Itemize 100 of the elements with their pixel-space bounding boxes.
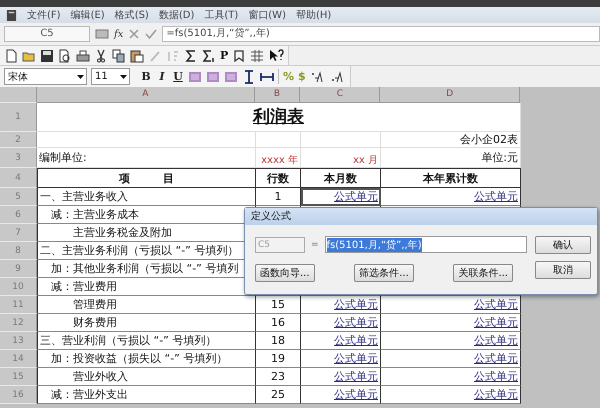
document-icon xyxy=(6,8,17,22)
print-preview-icon[interactable] xyxy=(58,48,72,62)
column-header[interactable]: B xyxy=(254,87,300,103)
column-header[interactable]: A xyxy=(37,87,255,103)
table-cell: 财务费用 xyxy=(37,314,256,332)
active-cell: 公式单元 xyxy=(301,188,381,206)
row-header[interactable]: 4 xyxy=(0,168,37,188)
table-cell: 项 目 xyxy=(37,168,256,188)
brush-icon xyxy=(148,48,162,62)
vertical-fit-icon[interactable] xyxy=(242,70,256,84)
table-cell: 行数 xyxy=(256,168,301,188)
function-button[interactable]: fx xyxy=(114,28,124,40)
font-dropdown[interactable]: 宋体 xyxy=(4,68,87,85)
table-cell: 公式单元 xyxy=(381,314,521,332)
equals-sign: = xyxy=(311,240,319,250)
table-cell: 公式单元 xyxy=(381,368,521,386)
row-header[interactable]: 15 xyxy=(0,368,37,386)
table-cell: 公式单元 xyxy=(381,188,521,206)
formula-field[interactable]: =fs(5101,月,“贷”,,年) xyxy=(162,26,600,42)
dialog-button[interactable]: 筛选条件... xyxy=(354,264,414,282)
dialog-button[interactable]: 关联条件... xyxy=(453,264,513,282)
table-cell: 1 xyxy=(256,188,301,206)
number-format-button[interactable]: $ xyxy=(298,70,306,83)
table-cell: 公式单元 xyxy=(301,296,381,314)
sheet-title: 利润表 xyxy=(253,106,304,129)
formula-input[interactable]: fs(5101,月,“贷”,,年) xyxy=(324,236,527,253)
align-icon[interactable] xyxy=(188,70,202,84)
sum-icon[interactable] xyxy=(184,48,198,62)
caret-icon xyxy=(120,74,127,78)
row-header[interactable]: 11 xyxy=(0,296,37,314)
table-cell: 本年累计数 xyxy=(381,168,521,188)
table-cell: 公式单元 xyxy=(301,350,381,368)
dialog-button[interactable]: 函数向导... xyxy=(255,264,315,282)
table-cell: 减：营业外支出 xyxy=(37,386,256,404)
align-icon[interactable] xyxy=(206,70,220,84)
paste-icon[interactable] xyxy=(130,48,144,62)
menu-item[interactable]: 帮助(H) xyxy=(296,8,332,22)
menu-item[interactable]: 数据(D) xyxy=(158,8,194,22)
table-cell: 公式单元 xyxy=(381,332,521,350)
table-cell: 公式单元 xyxy=(301,314,381,332)
menu-item[interactable]: 编辑(E) xyxy=(70,8,105,22)
printer-icon[interactable] xyxy=(76,48,90,62)
row-header[interactable]: 5 xyxy=(0,188,37,206)
menu-item[interactable]: 工具(T) xyxy=(204,8,238,22)
menu-item[interactable]: 格式(S) xyxy=(114,8,149,22)
table-cell: 公式单元 xyxy=(381,296,521,314)
dialog-button[interactable]: 取消 xyxy=(535,261,591,279)
menu-item[interactable]: 文件(F) xyxy=(27,8,61,22)
row-header[interactable]: 3 xyxy=(0,148,37,168)
table-cell: 公式单元 xyxy=(301,368,381,386)
copy-icon[interactable] xyxy=(112,48,126,62)
row-header[interactable]: 7 xyxy=(0,224,37,242)
p-button[interactable]: P xyxy=(220,49,228,62)
table-cell: xxxx 年 xyxy=(256,148,301,168)
row-header[interactable]: 6 xyxy=(0,206,37,224)
cell-reference-field: C5 xyxy=(255,236,305,252)
table-cell: 一、主营业务收入 xyxy=(37,188,256,206)
column-header[interactable]: C xyxy=(300,87,380,103)
text-style-button[interactable]: U xyxy=(172,70,184,83)
column-header[interactable]: D xyxy=(380,87,520,103)
table-cell: 公式单元 xyxy=(301,332,381,350)
table-cell: 编制单位: xyxy=(37,148,256,168)
table-cell: 单位:元 xyxy=(381,148,521,168)
cell-reference-field[interactable]: C5 xyxy=(4,26,90,42)
table-cell: 19 xyxy=(256,350,301,368)
row-header[interactable]: 1 xyxy=(0,103,37,132)
text-style-button[interactable]: I xyxy=(156,70,168,83)
table-cell: 公式单元 xyxy=(381,386,521,404)
save-icon[interactable] xyxy=(40,48,54,62)
table-cell: 营业外收入 xyxy=(37,368,256,386)
row-header[interactable]: 10 xyxy=(0,278,37,296)
scissors-icon[interactable] xyxy=(94,48,108,62)
table-cell: 15 xyxy=(256,296,301,314)
table-cell: 公式单元 xyxy=(381,350,521,368)
table-cell: 本月数 xyxy=(301,168,381,188)
card-icon[interactable] xyxy=(95,28,109,40)
table-cell: 23 xyxy=(256,368,301,386)
table-cell: 公式单元 xyxy=(301,386,381,404)
dialog-button[interactable]: 确认 xyxy=(535,236,591,254)
new-file-icon[interactable] xyxy=(4,48,18,62)
row-header[interactable]: 2 xyxy=(0,132,37,148)
table-cell: 加：投资收益（损失以 “-” 号填列） xyxy=(37,350,256,368)
table-cell: 16 xyxy=(256,314,301,332)
bookmark-icon[interactable] xyxy=(232,48,246,62)
font-size-dropdown[interactable]: 11 xyxy=(91,68,130,85)
row-header[interactable]: 12 xyxy=(0,314,37,332)
menu-item[interactable]: 窗口(W) xyxy=(248,8,286,22)
table-cell: 会小企02表 xyxy=(381,132,521,148)
row-header[interactable]: 14 xyxy=(0,350,37,368)
grid-icon[interactable] xyxy=(250,48,264,62)
row-header[interactable]: 13 xyxy=(0,332,37,350)
help-pointer-icon[interactable] xyxy=(268,48,284,62)
row-header[interactable]: 9 xyxy=(0,260,37,278)
row-header[interactable]: 16 xyxy=(0,386,37,404)
text-style-button[interactable]: B xyxy=(140,70,152,83)
sum-icon[interactable] xyxy=(202,48,216,62)
row-header[interactable]: 8 xyxy=(0,242,37,260)
table-cell: 管理费用 xyxy=(37,296,256,314)
number-format-button[interactable]: % xyxy=(283,70,294,83)
table-cell: 三、营业利润（亏损以 “-” 号填列） xyxy=(37,332,256,350)
